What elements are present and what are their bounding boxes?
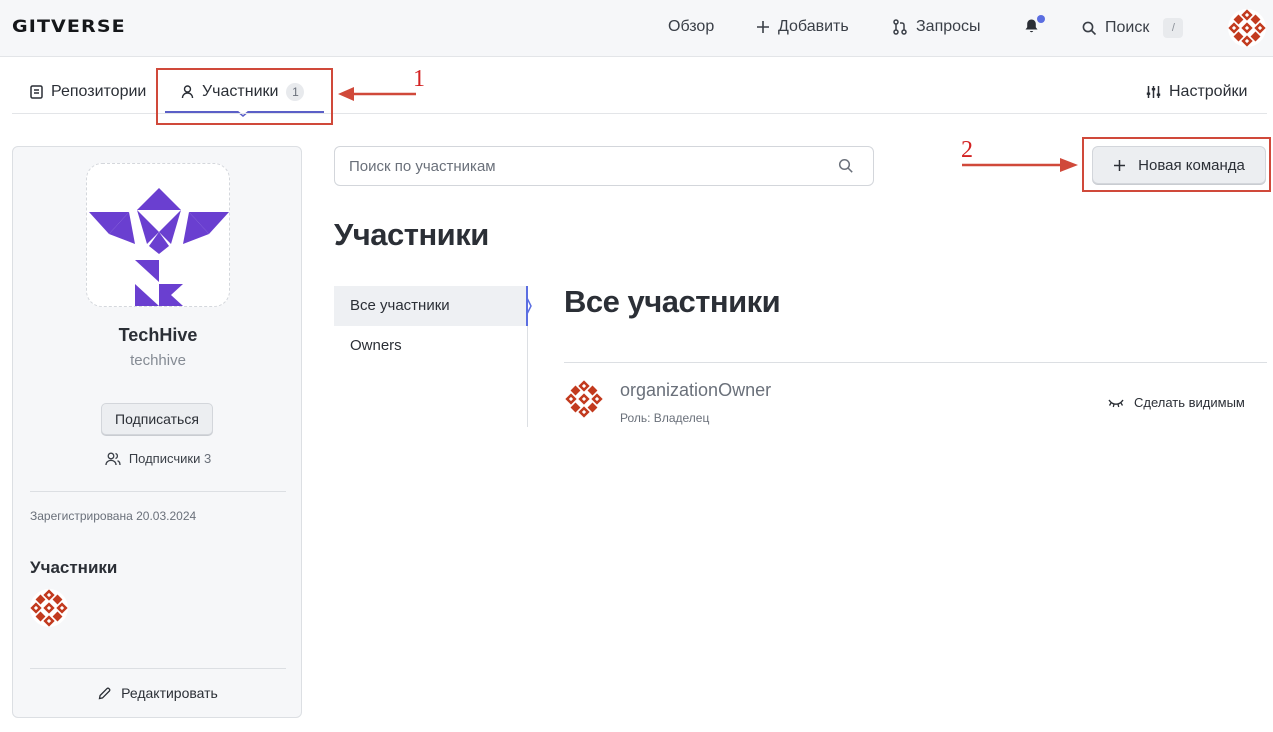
menu-item-owners[interactable]: Owners [350, 337, 402, 354]
techhive-logo-icon [89, 188, 229, 306]
sliders-icon [1146, 86, 1161, 98]
nav-overview-label: Обзор [668, 18, 715, 35]
tab-settings[interactable]: Настройки [1146, 83, 1247, 101]
annotation-label-1: 1 [413, 66, 425, 92]
organization-logo [86, 163, 230, 307]
followers-count: 3 [203, 451, 212, 466]
pull-request-icon [893, 19, 907, 35]
tab-repositories[interactable]: Репозитории [30, 83, 146, 101]
members-search[interactable] [334, 146, 874, 186]
followers-label: Подписчики [128, 451, 201, 466]
annotation-label-2: 2 [961, 137, 973, 163]
new-team-label: Новая команда [1138, 156, 1245, 174]
search-icon [1082, 21, 1097, 35]
menu-item-all-members-label[interactable]: Все участники [350, 297, 450, 314]
menu-active-notch [526, 296, 532, 316]
card-divider-bottom [30, 668, 286, 669]
users-icon [105, 452, 121, 465]
annotation-box-1 [156, 68, 333, 125]
organization-card: TechHive techhive Подписаться Подписчики… [12, 146, 302, 718]
nav-search-label: Поиск [1105, 19, 1150, 36]
plus-icon [757, 21, 769, 33]
edit-organization-link[interactable]: Редактировать [13, 685, 303, 701]
nav-requests[interactable]: Запросы [892, 18, 981, 36]
member-name[interactable]: organizationOwner [620, 380, 771, 401]
member-avatar[interactable] [565, 380, 603, 418]
pencil-icon [98, 687, 111, 699]
nav-requests-label: Запросы [916, 18, 981, 35]
nav-add[interactable]: Добавить [756, 18, 849, 36]
tab-repositories-label: Репозитории [51, 83, 147, 100]
eye-closed-icon [1108, 399, 1124, 407]
members-heading: Участники [30, 558, 118, 577]
member-avatar[interactable] [30, 589, 68, 627]
make-visible-button[interactable]: Сделать видимым [1108, 395, 1245, 410]
registration-date: Зарегистрирована 20.03.2024 [30, 509, 197, 523]
tab-settings-label: Настройки [1169, 83, 1248, 100]
followers-info[interactable]: Подписчики 3 [13, 451, 303, 466]
new-team-button[interactable]: Новая команда [1092, 146, 1266, 184]
nav-search[interactable]: Поиск / [1082, 18, 1184, 38]
annotation-arrow-1 [338, 87, 416, 101]
repository-icon [30, 85, 43, 99]
members-search-input[interactable] [349, 147, 829, 185]
page-title: Участники [334, 217, 489, 252]
member-role: Роль: Владелец [620, 411, 710, 425]
section-title: Все участники [564, 284, 781, 319]
user-avatar[interactable] [1228, 9, 1266, 47]
make-visible-label: Сделать видимым [1134, 395, 1245, 410]
organization-name: TechHive [118, 325, 198, 345]
edit-label: Редактировать [121, 685, 218, 701]
search-shortcut-hint: / [1163, 18, 1184, 38]
nav-overview[interactable]: Обзор [668, 18, 714, 36]
gitverse-logo[interactable]: GITVERSE [12, 17, 126, 37]
organization-login: techhive [130, 352, 186, 369]
section-divider [564, 362, 1267, 363]
notification-badge [1037, 15, 1045, 23]
plus-icon [1114, 159, 1126, 171]
subscribe-button[interactable]: Подписаться [101, 403, 213, 435]
top-navigation: GITVERSE Обзор Добавить Запросы Поиск / [0, 0, 1273, 57]
annotation-arrow-2 [962, 158, 1078, 172]
card-divider [30, 491, 286, 492]
nav-add-label: Добавить [778, 18, 849, 35]
search-icon[interactable] [838, 158, 854, 174]
